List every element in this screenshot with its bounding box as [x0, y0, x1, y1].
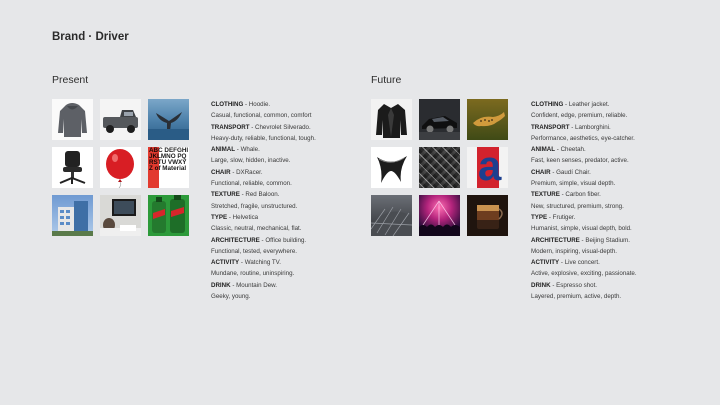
present-item: ARCHITECTURE - Office building. — [211, 236, 307, 244]
present-item: DRINK - Mountain Dew. — [211, 281, 278, 289]
present-item-desc: Stretched, fragile, unstructured. — [211, 202, 298, 210]
future-item-desc: Active, explosive, exciting, passionate. — [531, 270, 637, 278]
future-item-desc: Modern, inspiring, visual-depth. — [531, 247, 617, 255]
future-item: ACTIVITY - Live concert. — [531, 259, 600, 267]
present-item-desc: Mundane, routine, uninspiring. — [211, 270, 295, 278]
live-concert-image — [419, 195, 460, 236]
present-item: ACTIVITY - Watching TV. — [211, 259, 281, 267]
present-item: TRANSPORT - Chevrolet Silverado. — [211, 123, 311, 131]
present-item-desc: Casual, functional, common, comfort — [211, 112, 312, 120]
present-item: CHAIR - DXRacer. — [211, 168, 263, 176]
future-item-desc: Confident, edge, premium, reliable. — [531, 112, 628, 120]
pickup-truck-image — [100, 99, 141, 140]
type-sample-letter: a — [478, 147, 502, 188]
present-descriptions: CLOTHING - Hoodie. Casual, functional, c… — [211, 99, 371, 302]
whale-tail-image — [148, 99, 189, 140]
mountain-dew-image — [148, 195, 189, 236]
gaudi-chair-image — [371, 147, 412, 188]
future-item: TRANSPORT - Lamborghini. — [531, 123, 611, 131]
future-image-grid: a — [371, 99, 508, 236]
future-item-desc: New, structured, premium, strong. — [531, 202, 624, 210]
cheetah-image — [467, 99, 508, 140]
present-item-desc: Heavy-duty, reliable, functional, tough. — [211, 134, 316, 142]
present-item-desc: Geeky, young. — [211, 293, 251, 301]
red-balloon-image — [100, 147, 141, 188]
future-heading: Future — [371, 74, 402, 86]
office-chair-image — [52, 147, 93, 188]
future-item-desc: Performance, aesthetics, eye-catcher. — [531, 134, 635, 142]
present-item: TEXTURE - Red Baloon. — [211, 191, 280, 199]
helvetica-type-image: ABC DEFGHI JKLMNO PQRSTU VWXYZ of Materi… — [148, 147, 189, 188]
watching-tv-image — [100, 195, 141, 236]
lamborghini-image — [419, 99, 460, 140]
present-item: TYPE - Helvetica — [211, 213, 259, 221]
future-item: CLOTHING - Leather jacket. — [531, 101, 610, 108]
page-title: Brand · Driver — [52, 31, 129, 43]
present-heading: Present — [52, 74, 89, 86]
future-item-desc: Fast, keen senses, predator, active. — [531, 157, 629, 165]
espresso-shot-image — [467, 195, 508, 236]
present-item: ANIMAL - Whale. — [211, 146, 260, 154]
future-item: TEXTURE - Carbon fiber. — [531, 191, 601, 199]
future-item: ARCHITECTURE - Beijing Stadium. — [531, 236, 631, 244]
carbon-fiber-image — [419, 147, 460, 188]
future-item-desc: Premium, simple, visual depth. — [531, 180, 616, 188]
future-item: CHAIR - Gaudí Chair. — [531, 168, 591, 176]
beijing-stadium-image — [371, 195, 412, 236]
frutiger-type-image: a — [467, 147, 508, 188]
future-item: TYPE - Frutiger. — [531, 213, 576, 221]
present-image-grid: ABC DEFGHI JKLMNO PQRSTU VWXYZ of Materi… — [52, 99, 189, 236]
present-item-desc: Large, slow, hidden, inactive. — [211, 157, 291, 165]
future-item: DRINK - Espresso shot. — [531, 281, 598, 289]
leather-jacket-image — [371, 99, 412, 140]
office-building-image — [52, 195, 93, 236]
hoodie-image — [52, 99, 93, 140]
present-item-desc: Functional, tested, everywhere. — [211, 247, 297, 255]
future-descriptions: CLOTHING - Leather jacket. Confident, ed… — [531, 99, 691, 302]
future-item-desc: Humanist, simple, visual depth, bold. — [531, 225, 632, 233]
future-item-desc: Layered, premium, active, depth. — [531, 293, 622, 301]
present-item-desc: Functional, reliable, common. — [211, 180, 292, 188]
future-item: ANIMAL - Cheetah. — [531, 146, 586, 154]
present-item: CLOTHING - Hoodie. — [211, 101, 271, 108]
present-item-desc: Classic, neutral, mechanical, flat. — [211, 225, 302, 233]
